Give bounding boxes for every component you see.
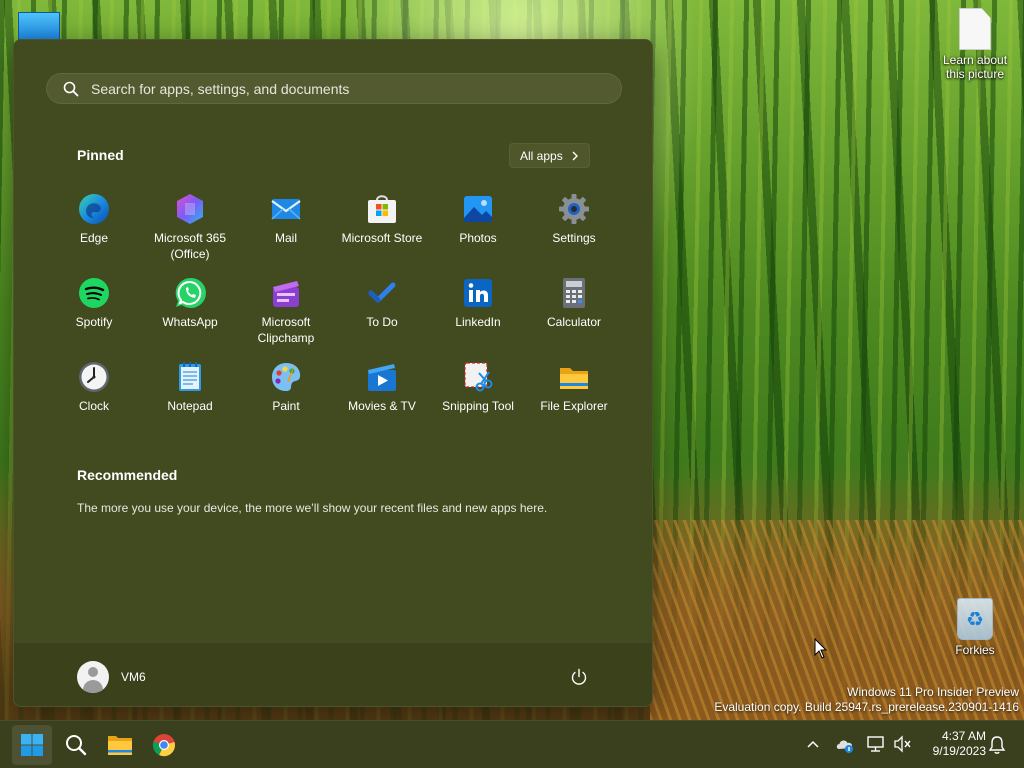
- folder-icon: [108, 736, 132, 755]
- app-label: File Explorer: [540, 399, 608, 413]
- mail-icon: [269, 192, 303, 226]
- app-label: Spotify: [75, 315, 113, 329]
- todo-check-icon: [365, 276, 399, 310]
- document-icon: [959, 8, 991, 50]
- linkedin-icon: [461, 276, 495, 310]
- photos-icon: [461, 192, 495, 226]
- app-label: Microsoft Clipchamp: [257, 315, 315, 345]
- mouse-cursor-icon: [814, 638, 828, 659]
- pinned-app-settings[interactable]: Settings: [526, 188, 622, 272]
- app-label: Edge: [79, 231, 109, 245]
- pinned-app-linkedin[interactable]: LinkedIn: [430, 272, 526, 356]
- desktop-folder-icon-partial[interactable]: [18, 12, 60, 40]
- pinned-app-paint[interactable]: Paint: [238, 356, 334, 440]
- pinned-app-spotify[interactable]: Spotify: [46, 272, 142, 356]
- app-label: LinkedIn: [455, 315, 501, 329]
- folder-icon: [557, 360, 591, 394]
- clock-icon: [77, 360, 111, 394]
- pinned-app-clipchamp[interactable]: Microsoft Clipchamp: [238, 272, 334, 356]
- clock-time: 4:37 AM: [941, 729, 986, 743]
- app-label: Paint: [272, 399, 300, 413]
- app-label: Mail: [274, 231, 297, 245]
- all-apps-label: All apps: [520, 148, 563, 163]
- app-label: Microsoft 365 (Office): [153, 231, 227, 261]
- chrome-icon: [152, 734, 175, 757]
- app-label: Settings: [552, 231, 596, 245]
- chevron-up-icon[interactable]: [806, 739, 820, 749]
- chevron-right-icon: [572, 151, 578, 160]
- pinned-app-calculator[interactable]: Calculator: [526, 272, 622, 356]
- user-name: VM6: [121, 670, 146, 684]
- power-icon[interactable]: [570, 668, 588, 686]
- app-label: WhatsApp: [162, 315, 218, 329]
- edge-icon: [77, 192, 111, 226]
- volume-muted-icon[interactable]: [893, 735, 913, 753]
- m365-icon: [173, 192, 207, 226]
- pinned-app-clock[interactable]: Clock: [46, 356, 142, 440]
- app-label: Photos: [459, 231, 497, 245]
- start-menu-footer: VM6: [14, 642, 652, 706]
- desktop-icon-recycle-bin[interactable]: Forkies: [935, 598, 1015, 657]
- search-icon: [63, 81, 79, 96]
- pinned-app-to-do[interactable]: To Do: [334, 272, 430, 356]
- pinned-apps-grid: Edge Microsoft 365 (Office) Mail Microso…: [46, 188, 622, 440]
- calculator-icon: [557, 276, 591, 310]
- app-label: Snipping Tool: [442, 399, 514, 413]
- search-icon: [66, 735, 87, 756]
- whatsapp-icon: [173, 276, 207, 310]
- recommended-heading: Recommended: [77, 467, 178, 483]
- desktop-icon-learn-about-picture[interactable]: Learn about this picture: [935, 8, 1015, 81]
- taskbar-clock[interactable]: 4:37 AM 9/19/2023: [918, 729, 986, 759]
- paint-palette-icon: [269, 360, 303, 394]
- pinned-app-microsoft-store[interactable]: Microsoft Store: [334, 188, 430, 272]
- pinned-app-movies-tv[interactable]: Movies & TV: [334, 356, 430, 440]
- pinned-app-mail[interactable]: Mail: [238, 188, 334, 272]
- pinned-app-whatsapp[interactable]: WhatsApp: [142, 272, 238, 356]
- pinned-app-edge[interactable]: Edge: [46, 188, 142, 272]
- pinned-app-microsoft-365[interactable]: Microsoft 365 (Office): [142, 188, 238, 272]
- clipchamp-icon: [269, 276, 303, 310]
- start-menu: Pinned All apps Edge Microsoft 365 (Offi…: [13, 39, 653, 707]
- snipping-tool-icon: [461, 360, 495, 394]
- app-label: To Do: [366, 315, 398, 329]
- windows-logo-icon: [21, 734, 43, 756]
- app-label: Calculator: [546, 315, 602, 329]
- pinned-app-notepad[interactable]: Notepad: [142, 356, 238, 440]
- app-label: Movies & TV: [348, 399, 416, 413]
- spotify-icon: [77, 276, 111, 310]
- store-icon: [365, 192, 399, 226]
- all-apps-button[interactable]: All apps: [509, 143, 590, 168]
- pinned-app-snipping-tool[interactable]: Snipping Tool: [430, 356, 526, 440]
- taskbar: 4:37 AM 9/19/2023: [0, 720, 1024, 768]
- pinned-app-photos[interactable]: Photos: [430, 188, 526, 272]
- onedrive-icon[interactable]: [835, 736, 855, 754]
- pinned-heading: Pinned: [77, 147, 124, 163]
- evaluation-watermark: Windows 11 Pro Insider Preview Evaluatio…: [714, 685, 1019, 715]
- watermark-line-1: Windows 11 Pro Insider Preview: [847, 685, 1019, 699]
- settings-gear-icon: [557, 192, 591, 226]
- start-search-box[interactable]: [46, 73, 622, 104]
- watermark-line-2: Evaluation copy. Build 25947.rs_prerelea…: [714, 700, 1019, 714]
- desktop-icon-label: Forkies: [955, 643, 995, 657]
- notepad-icon: [173, 360, 207, 394]
- taskbar-search-button[interactable]: [56, 725, 96, 765]
- clock-date: 9/19/2023: [932, 744, 986, 758]
- notifications-bell-icon[interactable]: [988, 735, 1006, 755]
- movies-tv-icon: [365, 360, 399, 394]
- desktop-icon-label: Learn about this picture: [942, 53, 1008, 81]
- app-label: Clock: [78, 399, 109, 413]
- search-input[interactable]: [91, 80, 591, 97]
- avatar: [77, 661, 109, 693]
- user-account-button[interactable]: VM6: [77, 661, 146, 693]
- taskbar-file-explorer-button[interactable]: [100, 725, 140, 765]
- start-button[interactable]: [12, 725, 52, 765]
- app-label: Notepad: [167, 399, 213, 413]
- recommended-empty-text: The more you use your device, the more w…: [77, 501, 548, 515]
- network-icon[interactable]: [866, 735, 886, 753]
- taskbar-chrome-button[interactable]: [144, 725, 184, 765]
- pinned-app-file-explorer[interactable]: File Explorer: [526, 356, 622, 440]
- app-label: Microsoft Store: [341, 231, 423, 245]
- recycle-bin-icon: [957, 598, 993, 640]
